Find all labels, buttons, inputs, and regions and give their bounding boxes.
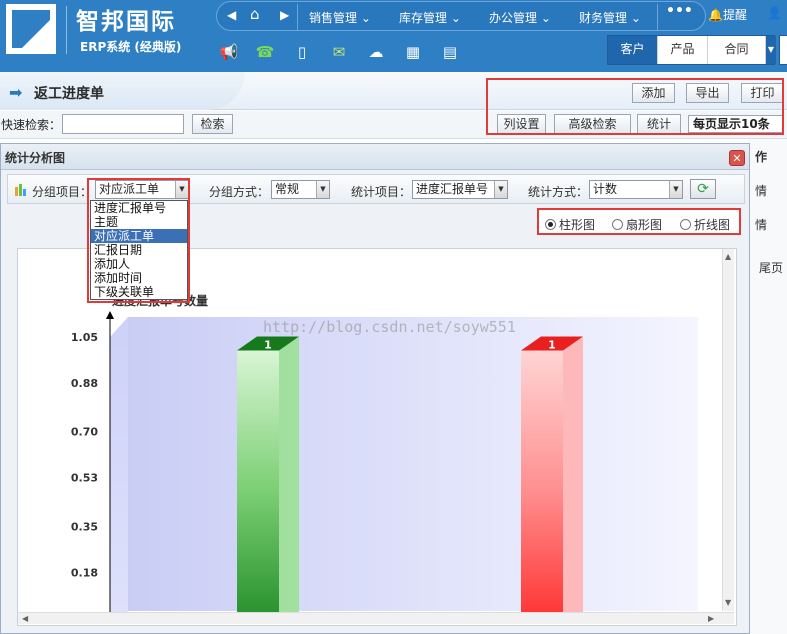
bar bbox=[521, 350, 563, 613]
stat-item-select[interactable]: 进度汇报单号 ▼ bbox=[412, 180, 508, 199]
highlight-box bbox=[87, 178, 190, 303]
stat-method-label: 统计方式： bbox=[528, 185, 589, 199]
stat-method-value: 计数 bbox=[593, 182, 618, 196]
watermark: http://blog.csdn.net/soyw551 bbox=[263, 318, 516, 336]
chart-back-wall bbox=[128, 317, 698, 611]
bar-side bbox=[279, 336, 299, 613]
nav-back-icon[interactable]: ◀ bbox=[227, 8, 236, 22]
group-method-value: 常规 bbox=[275, 182, 300, 196]
vertical-scrollbar[interactable]: ▲ ▼ bbox=[722, 249, 734, 611]
last-page-link[interactable]: 尾页 bbox=[759, 259, 783, 276]
tab-product[interactable]: 产品 bbox=[658, 36, 708, 64]
nav-item-inventory[interactable]: 库存管理 ⌄ bbox=[399, 9, 461, 26]
nav-forward-icon[interactable]: ▶ bbox=[280, 8, 289, 22]
grid-icon[interactable]: ▦ bbox=[402, 42, 424, 62]
app-header: 智邦国际 ERP系统 (经典版) ◀ ⌂ ▶ 销售管理 ⌄ 库存管理 ⌄ 办公管… bbox=[0, 0, 787, 72]
tabs-dropdown-icon[interactable]: ▼ bbox=[766, 36, 776, 64]
scroll-left-icon[interactable]: ◀ bbox=[22, 614, 28, 623]
nav-item-finance[interactable]: 财务管理 ⌄ bbox=[579, 9, 641, 26]
radio-dot bbox=[612, 219, 623, 230]
remind-link[interactable]: 🔔提醒 bbox=[708, 6, 747, 23]
y-axis-arrow bbox=[106, 311, 114, 319]
group-method-label: 分组方式： bbox=[209, 185, 270, 199]
stat-method-select[interactable]: 计数 ▼ bbox=[589, 180, 683, 199]
stat-item-value: 进度汇报单号 bbox=[416, 182, 489, 196]
dialog-title: 统计分析图 bbox=[5, 151, 66, 165]
search-button[interactable]: 检索 bbox=[192, 114, 233, 134]
scroll-down-icon[interactable]: ▼ bbox=[725, 598, 731, 607]
y-tick-label: 0.35 bbox=[71, 520, 98, 533]
logo bbox=[6, 4, 56, 54]
nav-divider bbox=[657, 4, 658, 30]
search-input[interactable] bbox=[62, 114, 184, 134]
logo-divider bbox=[66, 6, 67, 54]
y-tick-label: 0.70 bbox=[71, 426, 98, 439]
bar-chart-icon bbox=[15, 184, 26, 196]
tab-contract[interactable]: 合同 bbox=[708, 36, 766, 64]
module-tabs: 客户 产品 合同 ▼ bbox=[607, 35, 776, 65]
erp-label: ERP系统 (经典版) bbox=[80, 40, 182, 54]
bar-value-label: 1 bbox=[264, 339, 272, 352]
background-table bbox=[748, 139, 787, 634]
scroll-right-icon[interactable]: ▶ bbox=[708, 614, 714, 623]
page-title: 返工进度单 bbox=[34, 86, 104, 102]
user-icon[interactable]: 👤 bbox=[767, 6, 782, 20]
radio-dot bbox=[680, 219, 691, 230]
chevron-down-icon[interactable]: ▼ bbox=[494, 181, 507, 198]
company-name: 智邦国际 bbox=[76, 9, 176, 35]
radio-dot bbox=[545, 219, 556, 230]
arrow-right-icon: ➡ bbox=[9, 83, 23, 102]
y-tick-label: 0.53 bbox=[71, 472, 98, 485]
chart-side-wall bbox=[110, 317, 128, 613]
wechat-icon[interactable]: ☁ bbox=[365, 42, 387, 62]
chevron-down-icon[interactable]: ▼ bbox=[316, 181, 329, 198]
title-tab: ➡ 返工进度单 bbox=[0, 72, 245, 110]
dialog-header: 统计分析图 ✕ bbox=[1, 144, 749, 170]
highlight-box bbox=[486, 78, 784, 135]
bar bbox=[237, 350, 279, 613]
bg-row-text: 情 bbox=[755, 184, 768, 198]
radio-bar-chart[interactable]: 柱形图 bbox=[545, 216, 595, 233]
radio-line-chart[interactable]: 折线图 bbox=[680, 216, 730, 233]
more-icon[interactable]: ••• bbox=[666, 3, 693, 19]
nav-item-office[interactable]: 办公管理 ⌄ bbox=[489, 9, 551, 26]
radio-pie-chart[interactable]: 扇形图 bbox=[612, 216, 662, 233]
mail-icon[interactable]: ✉ bbox=[328, 42, 350, 62]
mobile-icon[interactable]: ▯ bbox=[291, 42, 313, 62]
main-nav: ◀ ⌂ ▶ 销售管理 ⌄ 库存管理 ⌄ 办公管理 ⌄ 财务管理 ⌄ bbox=[216, 1, 706, 31]
extra-tab[interactable] bbox=[779, 35, 787, 65]
document-icon[interactable]: ▤ bbox=[439, 42, 461, 62]
tab-customer[interactable]: 客户 bbox=[608, 36, 658, 64]
group-item-label: 分组项目： bbox=[32, 185, 93, 199]
chart-type-group: 柱形图 扇形图 折线图 bbox=[537, 208, 741, 235]
home-icon[interactable]: ⌂ bbox=[250, 5, 260, 23]
bell-icon: 🔔 bbox=[708, 8, 723, 22]
megaphone-icon[interactable]: 📢 bbox=[218, 42, 240, 62]
nav-divider bbox=[297, 4, 298, 30]
horizontal-scrollbar[interactable]: ◀ ▶ bbox=[18, 612, 734, 624]
chevron-down-icon[interactable]: ▼ bbox=[669, 181, 682, 198]
close-icon[interactable]: ✕ bbox=[729, 150, 745, 166]
bar-chart: 进度汇报单号数量1.050.880.700.530.350.181 1 bbox=[71, 293, 698, 613]
nav-item-sales[interactable]: 销售管理 ⌄ bbox=[309, 9, 371, 26]
y-tick-label: 0.88 bbox=[71, 377, 98, 390]
search-label: 快速检索： bbox=[1, 118, 62, 132]
y-tick-label: 1.05 bbox=[71, 331, 98, 344]
chart-panel: 进度汇报单号数量 1.05 0.88 0.70 0.53 0.35 0.18 1 1 bbox=[17, 248, 737, 626]
y-tick-label: 0.18 bbox=[71, 566, 98, 579]
group-method-select[interactable]: 常规 ▼ bbox=[271, 180, 330, 199]
bg-row-text: 情 bbox=[755, 218, 768, 232]
bar-side bbox=[563, 336, 583, 613]
bg-column-header: 作 bbox=[755, 150, 768, 164]
scroll-up-icon[interactable]: ▲ bbox=[725, 252, 731, 261]
phone-icon[interactable]: ☎ bbox=[254, 42, 276, 62]
stat-item-label: 统计项目： bbox=[351, 185, 412, 199]
refresh-icon[interactable]: ⟳ bbox=[690, 179, 716, 199]
bar-value-label: 1 bbox=[548, 339, 556, 352]
